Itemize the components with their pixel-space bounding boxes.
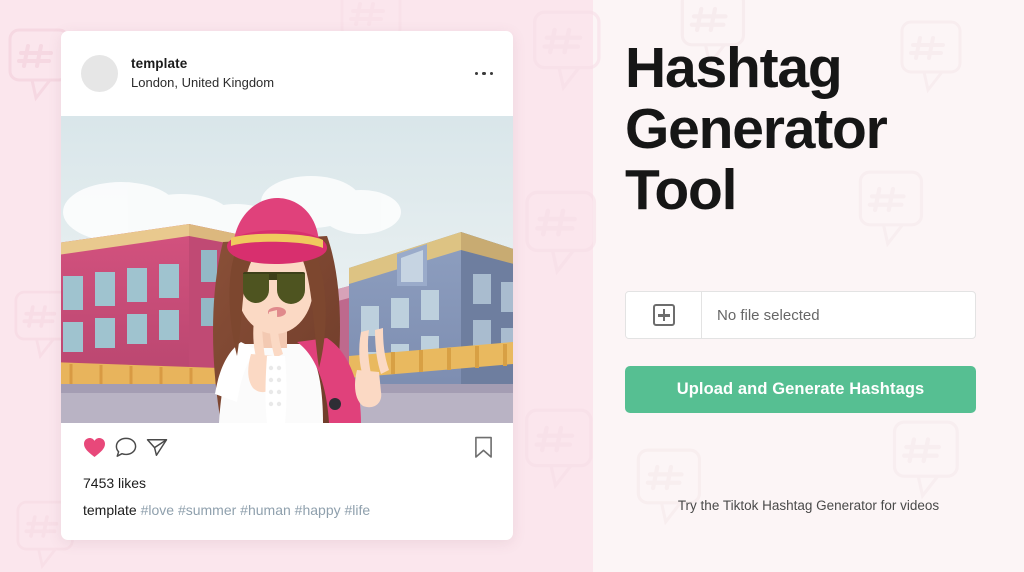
file-input[interactable]: No file selected [625, 291, 976, 339]
plus-box-icon [652, 304, 675, 326]
heart-icon[interactable] [83, 437, 106, 463]
comment-icon[interactable] [115, 437, 137, 463]
post-photo[interactable] [61, 116, 513, 423]
post-username[interactable]: template [131, 56, 473, 73]
browse-file-button[interactable] [626, 292, 702, 338]
post-caption: template #love #summer #human #happy #li… [61, 492, 513, 519]
caption-author[interactable]: template [83, 502, 137, 518]
share-icon[interactable] [146, 437, 168, 463]
post-header-text: template London, United Kingdom [131, 56, 473, 91]
post-actions-left [83, 437, 168, 463]
post-likes: 7453 likes [83, 475, 147, 491]
upload-and-generate-button[interactable]: Upload and Generate Hashtags [625, 366, 976, 413]
avatar[interactable] [81, 55, 118, 92]
post-actions [61, 423, 513, 464]
tool-panel: Hashtag Generator Tool No file selected … [593, 0, 1024, 572]
tiktok-generator-link[interactable]: Try the Tiktok Hashtag Generator for vid… [593, 498, 1024, 513]
instagram-post-card: template London, United Kingdom 7453 lik… [61, 31, 513, 540]
post-location[interactable]: London, United Kingdom [131, 74, 473, 92]
caption-hashtags[interactable]: #love #summer #human #happy #life [141, 502, 371, 518]
file-name-label: No file selected [717, 306, 820, 324]
post-header: template London, United Kingdom [61, 31, 513, 116]
page-title: Hashtag Generator Tool [625, 36, 888, 222]
more-options-icon[interactable] [473, 66, 496, 82]
bookmark-icon[interactable] [474, 436, 493, 464]
